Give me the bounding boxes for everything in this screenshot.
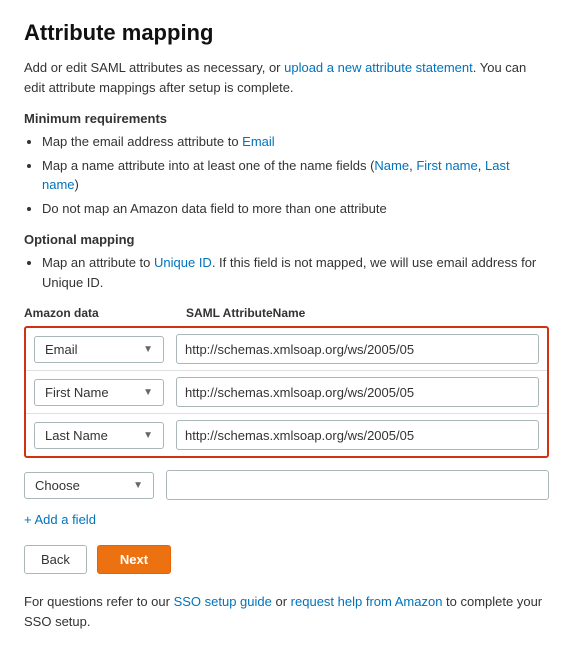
col-header-saml: SAML AttributeName — [186, 306, 549, 320]
table-row: Email ▼ — [26, 328, 547, 371]
chevron-down-icon: ▼ — [143, 387, 153, 398]
min-req-item-2: Map a name attribute into at least one o… — [42, 156, 549, 195]
choose-dropdown-label: Choose — [35, 478, 80, 493]
choose-dropdown[interactable]: Choose ▼ — [24, 472, 154, 499]
lastname-dropdown[interactable]: Last Name ▼ — [34, 422, 164, 449]
optional-mapping-heading: Optional mapping — [24, 232, 549, 247]
intro-text-before: Add or edit SAML attributes as necessary… — [24, 60, 284, 75]
required-rows-container: Email ▼ First Name ▼ Last Name ▼ — [24, 326, 549, 458]
footer-text: For questions refer to our SSO setup gui… — [24, 592, 549, 631]
email-dropdown-label: Email — [45, 342, 78, 357]
button-row: Back Next — [24, 545, 549, 574]
optional-mapping-section: Optional mapping Map an attribute to Uni… — [24, 232, 549, 292]
footer-text-before: For questions refer to our — [24, 594, 174, 609]
firstname-dropdown[interactable]: First Name ▼ — [34, 379, 164, 406]
firstname-saml-input[interactable] — [176, 377, 539, 407]
email-dropdown[interactable]: Email ▼ — [34, 336, 164, 363]
lastname-dropdown-label: Last Name — [45, 428, 108, 443]
min-requirements-list: Map the email address attribute to Email… — [24, 132, 549, 218]
name-link[interactable]: Name — [374, 158, 409, 173]
table-row: Last Name ▼ — [26, 414, 547, 456]
optional-mapping-row: Choose ▼ — [24, 466, 549, 504]
chevron-down-icon: ▼ — [143, 430, 153, 441]
back-button[interactable]: Back — [24, 545, 87, 574]
sso-guide-link[interactable]: SSO setup guide — [174, 594, 272, 609]
min-req-item-1: Map the email address attribute to Email — [42, 132, 549, 152]
min-requirements-section: Minimum requirements Map the email addre… — [24, 111, 549, 218]
col-header-amazon: Amazon data — [24, 306, 174, 320]
intro-paragraph: Add or edit SAML attributes as necessary… — [24, 58, 549, 97]
amazon-help-link[interactable]: request help from Amazon — [291, 594, 443, 609]
optional-mapping-item-1: Map an attribute to Unique ID. If this f… — [42, 253, 549, 292]
firstname-link[interactable]: First name — [416, 158, 477, 173]
table-headers: Amazon data SAML AttributeName — [24, 306, 549, 320]
lastname-saml-input[interactable] — [176, 420, 539, 450]
min-requirements-heading: Minimum requirements — [24, 111, 549, 126]
chevron-down-icon: ▼ — [133, 480, 143, 491]
email-link[interactable]: Email — [242, 134, 275, 149]
optional-mapping-list: Map an attribute to Unique ID. If this f… — [24, 253, 549, 292]
page-title: Attribute mapping — [24, 20, 549, 46]
next-button[interactable]: Next — [97, 545, 171, 574]
unique-id-link[interactable]: Unique ID — [154, 255, 212, 270]
table-row: First Name ▼ — [26, 371, 547, 414]
firstname-dropdown-label: First Name — [45, 385, 109, 400]
add-field-link[interactable]: + Add a field — [24, 512, 96, 527]
min-req-item-3: Do not map an Amazon data field to more … — [42, 199, 549, 219]
upload-attribute-link[interactable]: upload a new attribute statement — [284, 60, 473, 75]
email-saml-input[interactable] — [176, 334, 539, 364]
chevron-down-icon: ▼ — [143, 344, 153, 355]
footer-text-middle: or — [272, 594, 291, 609]
choose-saml-input[interactable] — [166, 470, 549, 500]
